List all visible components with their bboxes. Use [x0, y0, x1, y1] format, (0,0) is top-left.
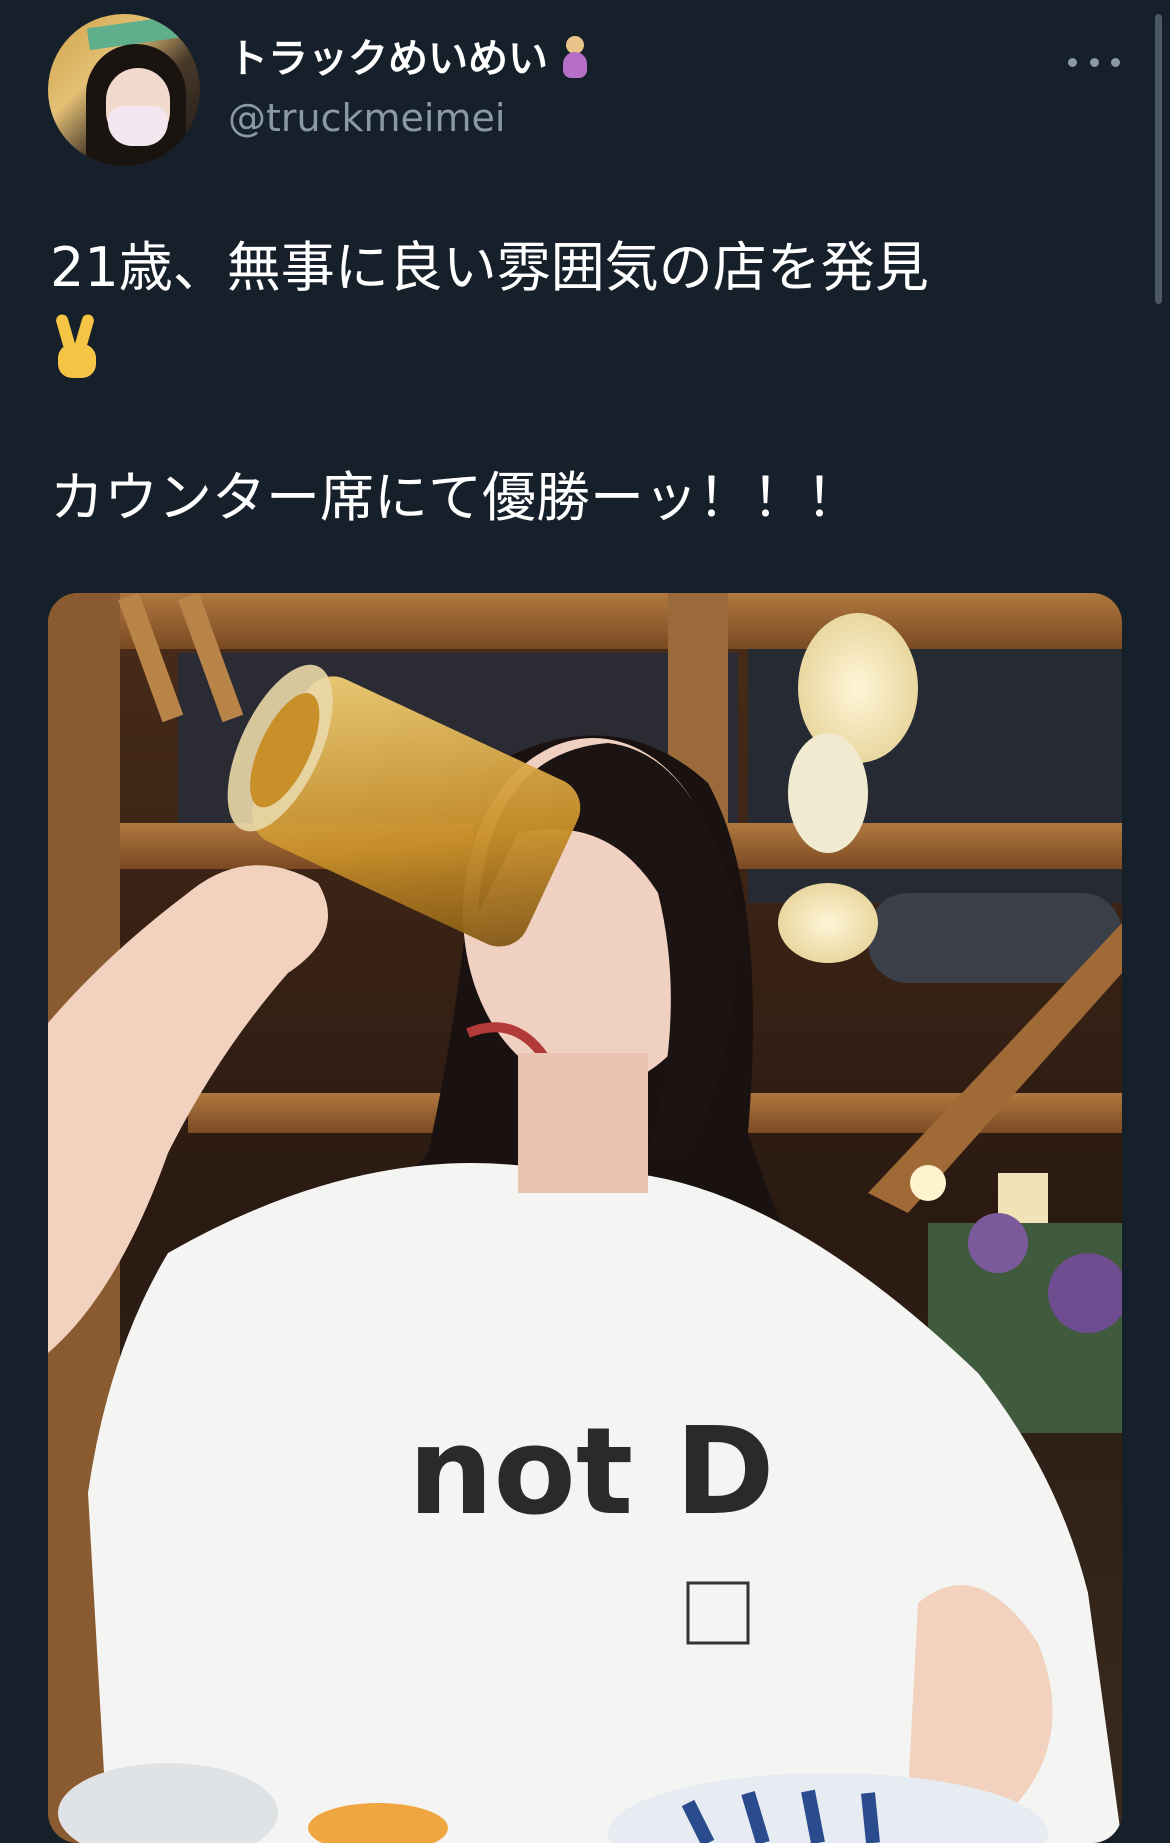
- user-display-name[interactable]: トラックめいめい: [228, 36, 548, 82]
- avatar-mask: [108, 106, 168, 146]
- more-options-icon[interactable]: [1068, 52, 1120, 72]
- tweet-text-line-1: 21歳、無事に良い雰囲気の店を発見: [50, 236, 929, 299]
- scrollbar[interactable]: [1155, 14, 1162, 304]
- tweet-text-line-2: カウンター席にて優勝ーッ！！！: [50, 466, 860, 529]
- victory-hand-icon: [50, 313, 104, 380]
- avatar[interactable]: [48, 14, 200, 166]
- user-display-name-row[interactable]: トラックめいめい: [228, 30, 590, 88]
- tweet-text: 21歳、無事に良い雰囲気の店を発見 カウンター席にて優勝ーッ！！！: [50, 232, 1110, 534]
- shirt-print: not D: [408, 1403, 775, 1542]
- photo-drinking-beer: not D: [48, 593, 1122, 1843]
- user-handle[interactable]: @truckmeimei: [228, 92, 505, 144]
- tweet-photo[interactable]: not D: [48, 593, 1122, 1843]
- tweet-card: トラックめいめい @truckmeimei 21歳、無事に良い雰囲気の店を発見 …: [0, 0, 1170, 1843]
- pregnant-woman-emoji-icon: [560, 36, 590, 78]
